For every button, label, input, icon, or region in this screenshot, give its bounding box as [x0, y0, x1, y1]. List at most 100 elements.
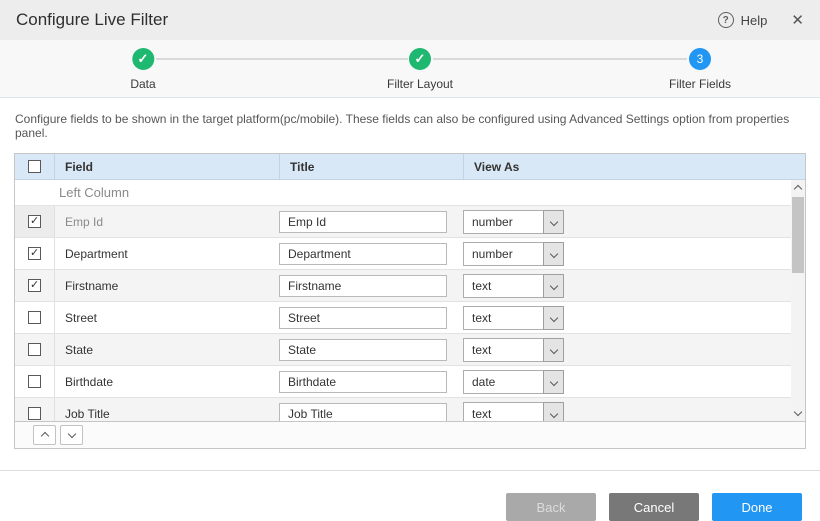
title-input[interactable] [279, 403, 447, 422]
row-checkbox-cell [15, 398, 55, 421]
row-checkbox[interactable] [28, 375, 41, 388]
title-cell [279, 403, 463, 422]
title-input[interactable] [279, 307, 447, 329]
header-checkbox-cell [15, 154, 55, 179]
table-row[interactable]: Emp Id number [15, 206, 805, 238]
title-input[interactable] [279, 275, 447, 297]
chevron-down-icon [67, 430, 75, 438]
dropdown-button[interactable] [543, 306, 564, 330]
dialog-footer: Back Cancel Done [0, 470, 820, 521]
scrollbar-thumb[interactable] [792, 197, 804, 273]
back-button[interactable]: Back [506, 493, 596, 521]
view-as-cell: text [463, 306, 805, 330]
table-row[interactable]: Firstname text [15, 270, 805, 302]
select-all-checkbox[interactable] [28, 160, 41, 173]
help-button[interactable]: ? Help [718, 12, 768, 28]
view-as-dropdown[interactable]: text [463, 306, 564, 330]
table-row[interactable]: Department number [15, 238, 805, 270]
title-cell [279, 243, 463, 265]
view-as-value: text [463, 274, 543, 298]
row-checkbox-cell [15, 366, 55, 397]
done-button[interactable]: Done [712, 493, 802, 521]
view-as-dropdown[interactable]: text [463, 338, 564, 362]
row-checkbox[interactable] [28, 311, 41, 324]
row-checkbox[interactable] [28, 279, 41, 292]
view-as-cell: text [463, 338, 805, 362]
cancel-button[interactable]: Cancel [609, 493, 699, 521]
dropdown-button[interactable] [543, 274, 564, 298]
column-header-title: Title [279, 154, 463, 179]
table-row[interactable]: Birthdate date [15, 366, 805, 398]
row-checkbox-cell [15, 270, 55, 301]
field-name: Birthdate [55, 375, 279, 389]
chevron-up-icon [40, 432, 48, 440]
chevron-down-icon [794, 408, 802, 416]
title-input[interactable] [279, 339, 447, 361]
scroll-up-button[interactable] [791, 180, 805, 195]
title-cell [279, 307, 463, 329]
table-row[interactable]: Job Title text [15, 398, 805, 421]
move-up-button[interactable] [33, 425, 56, 445]
step-number-badge: 3 [689, 48, 711, 70]
title-cell [279, 339, 463, 361]
row-checkbox[interactable] [28, 407, 41, 420]
view-as-dropdown[interactable]: date [463, 370, 564, 394]
field-name: State [55, 343, 279, 357]
title-input[interactable] [279, 371, 447, 393]
view-as-dropdown[interactable]: text [463, 402, 564, 422]
dropdown-button[interactable] [543, 210, 564, 234]
view-as-value: text [463, 306, 543, 330]
chevron-down-icon [549, 409, 557, 417]
step-filter-layout[interactable]: ✓ Filter Layout [387, 48, 453, 91]
title-cell [279, 211, 463, 233]
row-checkbox[interactable] [28, 215, 41, 228]
title-cell [279, 275, 463, 297]
filter-fields-table: Field Title View As Left Column Emp Id n… [14, 153, 806, 449]
title-input[interactable] [279, 211, 447, 233]
view-as-cell: date [463, 370, 805, 394]
table-row[interactable]: State text [15, 334, 805, 366]
row-checkbox[interactable] [28, 247, 41, 260]
help-label: Help [741, 13, 768, 28]
row-checkbox-cell [15, 206, 55, 237]
field-name: Emp Id [55, 215, 279, 229]
chevron-down-icon [549, 249, 557, 257]
view-as-value: date [463, 370, 543, 394]
move-down-button[interactable] [60, 425, 83, 445]
dropdown-button[interactable] [543, 338, 564, 362]
view-as-dropdown[interactable]: text [463, 274, 564, 298]
dropdown-button[interactable] [543, 242, 564, 266]
stepper-connector [156, 58, 408, 60]
field-name: Job Title [55, 407, 279, 421]
field-name: Firstname [55, 279, 279, 293]
row-checkbox-cell [15, 238, 55, 269]
description-text: Configure fields to be shown in the targ… [15, 112, 804, 140]
close-icon[interactable]: ✕ [791, 13, 804, 28]
row-checkbox[interactable] [28, 343, 41, 356]
table-footer [15, 421, 805, 448]
table-header-row: Field Title View As [15, 154, 805, 180]
dropdown-button[interactable] [543, 370, 564, 394]
chevron-down-icon [549, 345, 557, 353]
chevron-up-icon [794, 185, 802, 193]
column-header-view-as: View As [463, 154, 805, 179]
view-as-cell: text [463, 274, 805, 298]
row-checkbox-cell [15, 302, 55, 333]
help-icon: ? [718, 12, 734, 28]
step-label: Filter Layout [387, 77, 453, 91]
field-name: Street [55, 311, 279, 325]
step-data[interactable]: ✓ Data [130, 48, 155, 91]
title-input[interactable] [279, 243, 447, 265]
chevron-down-icon [549, 217, 557, 225]
view-as-dropdown[interactable]: number [463, 242, 564, 266]
table-row[interactable]: Street text [15, 302, 805, 334]
view-as-dropdown[interactable]: number [463, 210, 564, 234]
vertical-scrollbar[interactable] [791, 180, 805, 421]
column-header-field: Field [55, 154, 279, 179]
scroll-down-button[interactable] [791, 406, 805, 421]
chevron-down-icon [549, 281, 557, 289]
step-filter-fields[interactable]: 3 Filter Fields [669, 48, 731, 91]
view-as-cell: number [463, 242, 805, 266]
dropdown-button[interactable] [543, 402, 564, 422]
step-done-icon: ✓ [409, 48, 431, 70]
